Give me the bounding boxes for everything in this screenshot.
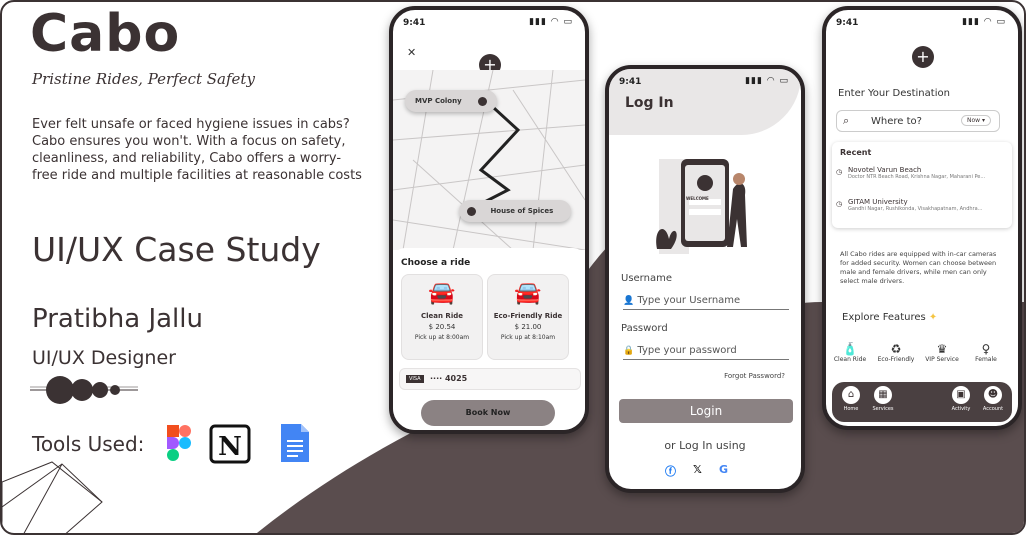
case-study-title: UI/UX Case Study bbox=[32, 230, 321, 269]
welcome-text: WELCOME bbox=[686, 196, 709, 201]
activity-icon: ▣ bbox=[952, 386, 970, 404]
google-icon[interactable]: G bbox=[719, 463, 728, 479]
username-input[interactable]: 👤 Type your Username bbox=[623, 295, 789, 310]
recent-label: Recent bbox=[840, 148, 872, 157]
eco-icon: ♻ bbox=[890, 342, 902, 356]
ride-pickup-time: Pick up at 8:00am bbox=[414, 334, 470, 341]
nav-services[interactable]: ▦ Services bbox=[870, 386, 896, 412]
explore-heading: Explore Features ✦ bbox=[842, 312, 938, 323]
tools-label: Tools Used: bbox=[32, 432, 145, 456]
status-time: 9:41 bbox=[619, 77, 642, 87]
crown-icon: ♛ bbox=[936, 342, 948, 356]
author-role: UI/UX Designer bbox=[32, 347, 176, 369]
recent-address: Gandhi Nagar, Rushikonda, Visakhapatnam,… bbox=[848, 206, 983, 212]
login-title: Log In bbox=[625, 95, 674, 111]
recent-title: GITAM University bbox=[848, 198, 908, 206]
feature-clean-ride[interactable]: 🧴 Clean Ride bbox=[830, 342, 870, 363]
recent-address: Doctor NTR Beach Road, Krishna Nagar, Ma… bbox=[848, 174, 986, 180]
brand-logo: Cabo bbox=[30, 4, 181, 64]
visa-icon: VISA bbox=[406, 375, 424, 383]
female-icon: ♀ bbox=[981, 342, 991, 356]
grid-icon: ▦ bbox=[874, 386, 892, 404]
user-icon: 👤 bbox=[623, 296, 635, 306]
forgot-password-link[interactable]: Forgot Password? bbox=[724, 372, 785, 380]
svg-text:N: N bbox=[218, 432, 242, 462]
clock-icon: ◷ bbox=[836, 168, 843, 176]
social-login-label: or Log In using bbox=[664, 439, 746, 452]
case-study-canvas: Cabo Pristine Rides, Perfect Safety Ever… bbox=[0, 0, 1026, 535]
time-select[interactable]: Now ▾ bbox=[961, 115, 991, 126]
ride-pickup-time: Pick up at 8:10am bbox=[500, 334, 556, 341]
notion-icon: N bbox=[209, 424, 251, 464]
safety-info: All Cabo rides are equipped with in-car … bbox=[840, 250, 997, 285]
feature-eco-friendly[interactable]: ♻ Eco-Friendly bbox=[876, 342, 916, 363]
status-icons: ▮▮▮ ◠ ▭ bbox=[529, 17, 573, 27]
sparkle-icon: ✦ bbox=[928, 312, 938, 323]
phone-destination: 9:41 ▮▮▮ ◠ ▭ + Enter Your Destination ⌕ … bbox=[822, 6, 1022, 430]
car-icon: 🚘 bbox=[514, 281, 542, 306]
login-illustration bbox=[656, 159, 747, 254]
bottom-nav: ⌂ Home ▦ Services ▣ Activity ☻ Account bbox=[832, 382, 1012, 422]
tagline: Pristine Rides, Perfect Safety bbox=[32, 70, 255, 88]
figma-icon bbox=[167, 425, 191, 461]
ride-price: $ 21.00 bbox=[514, 323, 542, 331]
clock-icon: ◷ bbox=[836, 200, 843, 208]
pin-icon bbox=[467, 206, 476, 216]
password-input[interactable]: 🔒 Type your password bbox=[623, 345, 789, 360]
intro-paragraph: Ever felt unsafe or faced hygiene issues… bbox=[32, 117, 362, 183]
decorative-dots bbox=[30, 376, 138, 404]
status-time: 9:41 bbox=[403, 18, 426, 28]
search-input[interactable]: Where to? bbox=[871, 116, 922, 127]
lock-icon: 🔒 bbox=[623, 346, 635, 356]
status-time: 9:41 bbox=[836, 18, 859, 28]
choose-ride-title: Choose a ride bbox=[401, 258, 471, 268]
feature-vip-service[interactable]: ♛ VIP Service bbox=[922, 342, 962, 363]
ride-option-eco[interactable]: 🚘 Eco-Friendly Ride $ 21.00 Pick up at 8… bbox=[487, 274, 569, 360]
recent-item[interactable]: ◷ GITAM University Gandhi Nagar, Rushiko… bbox=[832, 198, 1012, 212]
card-number: ···· 4025 bbox=[430, 374, 468, 383]
pickup-location[interactable]: MVP Colony bbox=[405, 90, 498, 112]
nav-account[interactable]: ☻ Account bbox=[980, 386, 1006, 412]
username-label: Username bbox=[621, 273, 672, 284]
status-icons: ▮▮▮ ◠ ▭ bbox=[962, 17, 1006, 27]
account-icon: ☻ bbox=[984, 386, 1002, 404]
phone-ride-booking: 9:41 ▮▮▮ ◠ ▭ ✕ + MVP Colony House of Spi… bbox=[389, 6, 589, 434]
spray-icon: 🧴 bbox=[842, 342, 858, 356]
nav-home[interactable]: ⌂ Home bbox=[838, 386, 864, 412]
ride-price: $ 20.54 bbox=[428, 323, 456, 331]
home-icon: ⌂ bbox=[842, 386, 860, 404]
phone-login: 9:41 ▮▮▮ ◠ ▭ Log In WELCOME Username 👤 T… bbox=[605, 65, 805, 493]
login-button[interactable]: Login bbox=[619, 399, 793, 423]
ride-option-clean[interactable]: 🚘 Clean Ride $ 20.54 Pick up at 8:00am bbox=[401, 274, 483, 360]
social-login-row: ⓕ 𝕏 G bbox=[665, 463, 745, 479]
destination-heading: Enter Your Destination bbox=[838, 88, 950, 99]
recent-title: Novotel Varun Beach bbox=[848, 166, 922, 174]
search-icon: ⌕ bbox=[843, 114, 850, 127]
book-now-button[interactable]: Book Now bbox=[421, 400, 555, 426]
status-icons: ▮▮▮ ◠ ▭ bbox=[745, 76, 789, 86]
ride-name: Clean Ride bbox=[421, 312, 463, 320]
ride-name: Eco-Friendly Ride bbox=[493, 312, 563, 320]
car-icon: 🚘 bbox=[428, 281, 456, 306]
author-name: Pratibha Jallu bbox=[32, 304, 203, 334]
close-icon[interactable]: ✕ bbox=[407, 46, 416, 59]
password-label: Password bbox=[621, 323, 668, 334]
recent-item[interactable]: ◷ Novotel Varun Beach Doctor NTR Beach R… bbox=[832, 166, 1012, 180]
add-icon[interactable]: + bbox=[912, 46, 934, 68]
recent-list: Recent ◷ Novotel Varun Beach Doctor NTR … bbox=[832, 142, 1012, 228]
destination-search[interactable]: ⌕ Where to? Now ▾ bbox=[836, 110, 1000, 132]
dropoff-location[interactable]: House of Spices bbox=[459, 200, 571, 222]
feature-female[interactable]: ♀ Female bbox=[966, 342, 1006, 363]
payment-method[interactable]: VISA ···· 4025 bbox=[399, 368, 581, 390]
google-docs-icon bbox=[281, 424, 309, 462]
facebook-icon[interactable]: ⓕ bbox=[665, 463, 676, 479]
nav-activity[interactable]: ▣ Activity bbox=[948, 386, 974, 412]
pin-icon bbox=[478, 96, 488, 106]
x-icon[interactable]: 𝕏 bbox=[693, 463, 702, 479]
